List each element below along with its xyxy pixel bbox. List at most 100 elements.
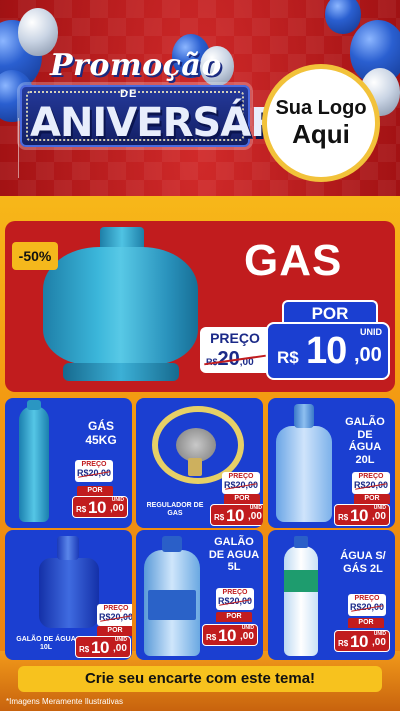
price-dec: ,00: [113, 643, 127, 654]
gas-tank-body: [43, 247, 198, 365]
water-jug-icon: [276, 426, 332, 522]
price-int: 10: [226, 506, 244, 525]
price-unit: UNID: [241, 625, 254, 631]
title-script: Promoção: [50, 48, 222, 83]
preco-label: PREÇO: [358, 473, 384, 480]
gas-tank-base: [63, 363, 179, 381]
price-int: 10: [91, 638, 109, 657]
featured-product-name: GAS: [244, 236, 343, 285]
title-de: DE: [120, 88, 138, 100]
por-label: POR: [216, 612, 252, 622]
preco-label: PREÇO: [210, 330, 260, 346]
product-price: R$ 10 ,00 UNID: [334, 504, 390, 526]
featured-price: R$ 10 ,00 UNID: [266, 322, 390, 380]
promo-title: Promoção DE ANIVERSÁRIO: [20, 40, 328, 170]
balloon-string: [18, 118, 19, 178]
price-unit: UNID: [373, 631, 386, 637]
preco-label: PREÇO: [228, 473, 254, 480]
old-price: R$20,00: [349, 602, 385, 612]
bottle-label: [148, 590, 196, 620]
price-dec: ,00: [372, 511, 386, 522]
old-price-box: PREÇO R$20,00: [75, 460, 113, 482]
price-unit: UNID: [360, 327, 382, 337]
preco-label: PREÇO: [103, 605, 129, 612]
price-currency: R$: [79, 645, 90, 654]
water-bottle-icon: [284, 546, 318, 656]
por-label: POR: [97, 626, 132, 636]
product-name: GÁS 45KG: [85, 419, 117, 447]
old-price-box: PREÇO R$20,00: [216, 588, 254, 610]
product-card-agua-2l: ÁGUA S/ GÁS 2L PREÇO R$20,00 POR R$ 10 ,…: [268, 530, 395, 660]
price-int: 10: [350, 506, 368, 525]
preco-label: PREÇO: [222, 589, 248, 596]
disclaimer: *Imagens Meramente Ilustrativas: [6, 697, 123, 706]
promo-poster: Promoção DE ANIVERSÁRIO Sua Logo Aqui -5…: [0, 0, 400, 711]
price-dec: ,00: [354, 344, 382, 366]
price-dec: ,00: [372, 637, 386, 648]
product-price: R$ 10 ,00 UNID: [210, 504, 263, 526]
price-unit: UNID: [111, 497, 124, 503]
old-price-box: PREÇO R$20,00: [352, 472, 390, 494]
old-price: R$20,00: [353, 480, 389, 490]
product-card-galao-10l: GALÃO DE ÁGUA 10L PREÇO R$20,00 POR R$ 1…: [5, 530, 132, 660]
regulator-knob: [188, 458, 202, 476]
regulator-icon: [176, 428, 216, 462]
logo-text-line2: Aqui: [292, 119, 350, 150]
por-label: POR: [348, 618, 384, 628]
price-currency: R$: [277, 348, 299, 367]
cta-banner[interactable]: Crie seu encarte com este tema!: [18, 666, 382, 692]
water-jug-cap: [57, 536, 79, 560]
old-price-box: PREÇO R$20,00: [348, 594, 386, 616]
por-label: POR: [282, 300, 378, 324]
product-price: R$ 10 ,00 UNID: [75, 636, 131, 658]
por-label: POR: [77, 486, 113, 496]
old-price: R$20,00: [217, 596, 253, 606]
old-price-box: PREÇO R$20,00: [200, 327, 270, 373]
price-currency: R$: [214, 513, 225, 522]
product-card-galao-5l: GALÃO DE AGUA 5L PREÇO R$20,00 POR R$ 10…: [136, 530, 263, 660]
product-name: REGULADOR DE GAS: [146, 502, 204, 518]
price-currency: R$: [76, 505, 87, 514]
old-price-box: PREÇO R$20,00: [222, 472, 260, 494]
por-label: POR: [354, 494, 390, 504]
price-dec: ,00: [110, 503, 124, 514]
product-name: GALÃO DE ÁGUA 20L: [345, 416, 385, 466]
price-int: 10: [350, 632, 368, 651]
price-currency: R$: [338, 513, 349, 522]
gas-cylinder-valve: [27, 400, 41, 410]
price-int: 10: [306, 330, 347, 372]
discount-badge: -50%: [12, 242, 58, 270]
price-dec: ,00: [240, 631, 254, 642]
preco-label: PREÇO: [354, 595, 380, 602]
product-card-gas-45kg: GÁS 45KG PREÇO R$20,00 POR R$ 10 ,00 UNI…: [5, 398, 132, 528]
product-name: GALÃO DE ÁGUA 10L: [16, 636, 76, 652]
logo-text-line1: Sua Logo: [275, 97, 367, 120]
price-unit: UNID: [373, 505, 386, 511]
price-unit: UNID: [249, 505, 262, 511]
water-jug-icon: [39, 558, 99, 628]
product-card-regulador: REGULADOR DE GAS PREÇO R$20,00 POR R$ 10…: [136, 398, 263, 528]
preco-label: PREÇO: [81, 461, 107, 468]
price-int: 10: [218, 626, 236, 645]
old-price: R$20,00: [76, 468, 112, 478]
logo-placeholder: Sua Logo Aqui: [262, 64, 380, 182]
bottle-cap: [162, 536, 182, 552]
price-currency: R$: [338, 639, 349, 648]
price-currency: R$: [206, 633, 217, 642]
bottle-cap: [294, 536, 308, 548]
product-card-galao-20l: GALÃO DE ÁGUA 20L PREÇO R$20,00 POR R$ 1…: [268, 398, 395, 528]
water-jug-cap: [294, 404, 314, 428]
product-price: R$ 10 ,00 UNID: [334, 630, 390, 652]
product-price: R$ 10 ,00 UNID: [202, 624, 258, 646]
product-price: R$ 10 ,00 UNID: [72, 496, 128, 518]
price-int: 10: [88, 498, 106, 517]
product-name: ÁGUA S/ GÁS 2L: [340, 550, 386, 575]
por-label: POR: [224, 494, 260, 504]
old-price-box: PREÇO R$20,00: [97, 604, 132, 626]
product-name: GALÃO DE AGUA 5L: [208, 536, 260, 574]
gas-cylinder-icon: [19, 406, 49, 522]
price-dec: ,00: [248, 511, 262, 522]
price-unit: UNID: [114, 637, 127, 643]
bottle-label: [284, 570, 318, 592]
old-price: R$20,00: [223, 480, 259, 490]
